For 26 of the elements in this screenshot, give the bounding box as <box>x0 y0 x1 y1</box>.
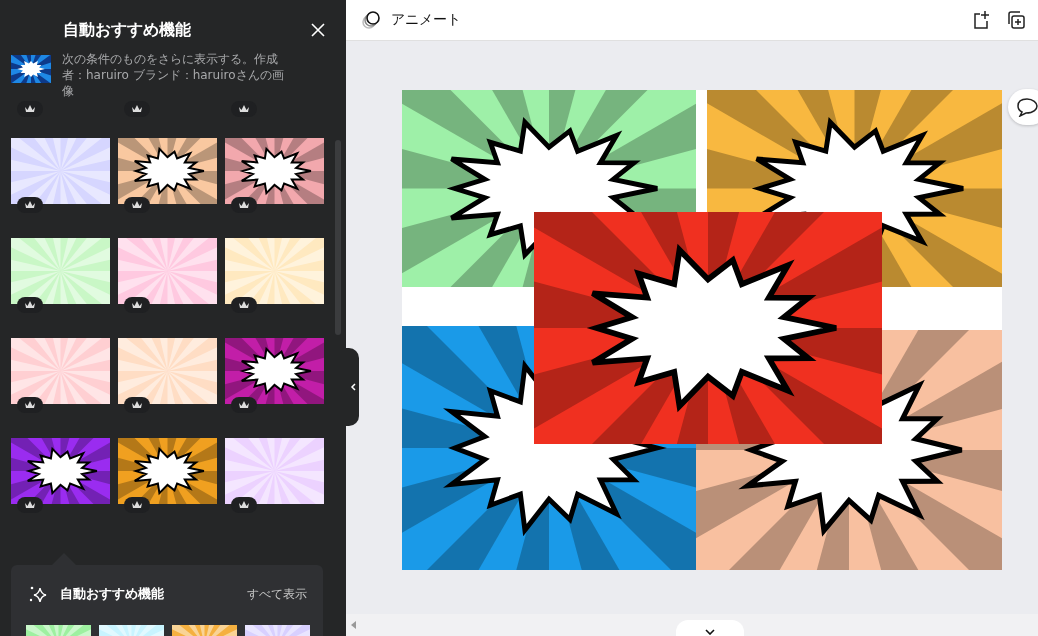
collapse-handle[interactable] <box>346 348 359 426</box>
template-thumbnail[interactable] <box>11 338 110 404</box>
template-thumbnail[interactable] <box>225 238 324 304</box>
duplicate-page-icon[interactable] <box>1006 10 1026 30</box>
recommend-title: 自動おすすめ機能 <box>60 585 165 603</box>
template-thumbnail[interactable] <box>118 438 217 504</box>
animate-icon <box>360 9 382 31</box>
see-all-link[interactable]: すべて表示 <box>247 585 307 603</box>
animate-button[interactable]: アニメート <box>360 9 461 31</box>
template-thumbnail[interactable] <box>225 338 324 404</box>
template-thumbnail[interactable] <box>225 138 324 204</box>
template-thumbnail[interactable] <box>118 138 217 204</box>
template-thumbnail[interactable] <box>118 338 217 404</box>
description-text: 次の条件のものをさらに表示する。作成者：haruiro ブランド：haruiroさんの画像 <box>62 51 284 99</box>
sparkle-icon <box>28 584 48 604</box>
comment-icon[interactable] <box>1008 89 1038 125</box>
template-thumbnail[interactable] <box>11 138 110 204</box>
template-thumbnail[interactable] <box>118 238 217 304</box>
template-thumbnail[interactable] <box>11 238 110 304</box>
burst-thumbnail <box>11 55 51 83</box>
burst-image[interactable] <box>534 212 882 444</box>
close-icon[interactable] <box>310 22 326 38</box>
template-thumbnail[interactable] <box>225 438 324 504</box>
add-page-icon[interactable] <box>971 10 991 30</box>
template-thumbnail[interactable] <box>11 438 110 504</box>
panel-title: 自動おすすめ機能 <box>63 19 192 41</box>
